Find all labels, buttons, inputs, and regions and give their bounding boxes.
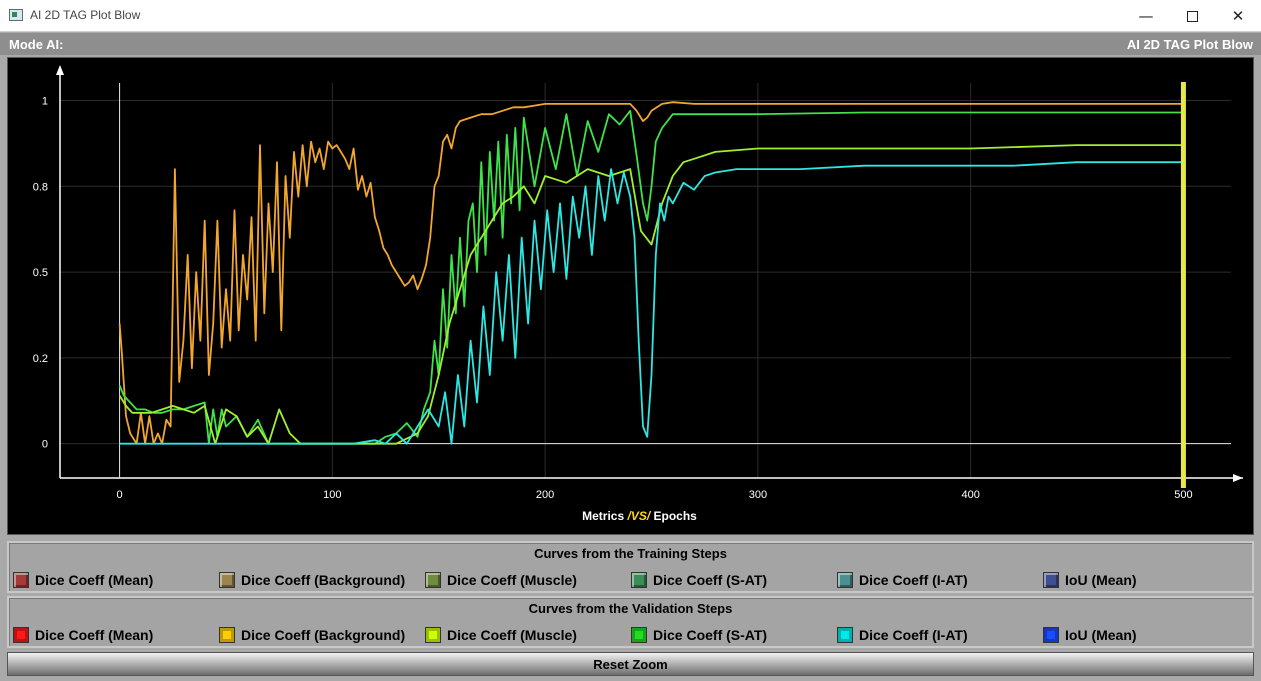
plot-title: AI 2D TAG Plot Blow <box>1126 37 1253 52</box>
color-swatch-icon[interactable] <box>1043 627 1059 643</box>
mode-label: Mode AI: <box>9 37 64 52</box>
x-tick-label: 400 <box>961 489 979 501</box>
cursor-bar[interactable] <box>1180 82 1186 488</box>
legend-label: Dice Coeff (Mean) <box>35 627 154 643</box>
color-swatch-icon[interactable] <box>631 572 647 588</box>
color-swatch-icon[interactable] <box>13 627 29 643</box>
plot-panel[interactable]: 0 100 200 300 400 500 0 0.2 0.5 0.8 1 Metrics /VS/ … <box>7 57 1254 535</box>
validation-legend-item[interactable]: Dice Coeff (S-AT) <box>631 625 767 645</box>
legend-label: IoU (Mean) <box>1065 627 1137 643</box>
x-tick-label: 0 <box>117 489 123 501</box>
training-legend-item[interactable]: Dice Coeff (S-AT) <box>631 570 767 590</box>
series-line[interactable] <box>118 101 1184 445</box>
legend-label: Dice Coeff (Background) <box>241 627 406 643</box>
x-tick-label: 300 <box>749 489 767 501</box>
training-legend-item[interactable]: IoU (Mean) <box>1043 570 1137 590</box>
training-legend-item[interactable]: Dice Coeff (Background) <box>219 570 405 590</box>
color-swatch-icon[interactable] <box>13 572 29 588</box>
y-axis-arrow-icon <box>56 65 64 75</box>
x-axis-label: Metrics /VS/ Epochs <box>582 509 697 523</box>
color-swatch-icon[interactable] <box>425 572 441 588</box>
app-icon <box>9 9 23 21</box>
series-line[interactable] <box>119 161 1184 445</box>
training-legend-item[interactable]: Dice Coeff (Mean) <box>13 570 153 590</box>
maximize-icon <box>1186 10 1198 22</box>
x-tick-label: 500 <box>1174 489 1192 501</box>
validation-legend-item[interactable]: Dice Coeff (Mean) <box>13 625 153 645</box>
legend-label: Dice Coeff (Background) <box>241 572 406 588</box>
close-button[interactable]: ✕ <box>1215 0 1261 32</box>
color-swatch-icon[interactable] <box>219 627 235 643</box>
y-tick-label: 0.2 <box>33 353 48 365</box>
legend-label: Dice Coeff (I-AT) <box>859 627 968 643</box>
legend-label: Dice Coeff (S-AT) <box>653 572 768 588</box>
validation-legend-heading: Curves from the Validation Steps <box>528 601 733 616</box>
legend-label: Dice Coeff (Mean) <box>35 572 154 588</box>
minimize-icon: — <box>1138 7 1154 25</box>
validation-legend-item[interactable]: IoU (Mean) <box>1043 625 1137 645</box>
minimize-button[interactable]: — <box>1123 0 1169 32</box>
legend-label: Dice Coeff (Muscle) <box>447 572 577 588</box>
legend-label: Dice Coeff (S-AT) <box>653 627 768 643</box>
legend-label: IoU (Mean) <box>1065 572 1137 588</box>
validation-legend-item[interactable]: Dice Coeff (Muscle) <box>425 625 577 645</box>
legend-label: Dice Coeff (I-AT) <box>859 572 968 588</box>
validation-legend-item[interactable]: Dice Coeff (I-AT) <box>837 625 968 645</box>
training-legend-item[interactable]: Dice Coeff (Muscle) <box>425 570 577 590</box>
close-icon: ✕ <box>1231 7 1245 25</box>
window-title: AI 2D TAG Plot Blow <box>30 8 141 22</box>
line-chart[interactable]: 0 100 200 300 400 500 0 0.2 0.5 0.8 1 Metrics /VS/ … <box>8 58 1253 534</box>
color-swatch-icon[interactable] <box>425 627 441 643</box>
y-tick-label: 0 <box>42 439 48 451</box>
y-tick-label: 0.8 <box>33 181 48 193</box>
training-legend-heading: Curves from the Training Steps <box>534 546 727 561</box>
training-legend: Curves from the Training Steps Dice Coef… <box>7 541 1254 593</box>
reset-zoom-button[interactable]: Reset Zoom <box>7 652 1254 676</box>
maximize-button[interactable] <box>1169 0 1215 32</box>
header-strip <box>0 33 1261 55</box>
y-tick-label: 0.5 <box>33 267 48 279</box>
validation-legend-item[interactable]: Dice Coeff (Background) <box>219 625 405 645</box>
color-swatch-icon[interactable] <box>631 627 647 643</box>
window-titlebar: AI 2D TAG Plot Blow — ✕ <box>0 0 1261 32</box>
x-axis-arrow-icon <box>1233 474 1243 482</box>
color-swatch-icon[interactable] <box>219 572 235 588</box>
validation-legend: Curves from the Validation Steps Dice Co… <box>7 596 1254 648</box>
color-swatch-icon[interactable] <box>837 572 853 588</box>
y-tick-label: 1 <box>42 95 48 107</box>
x-tick-label: 200 <box>536 489 554 501</box>
color-swatch-icon[interactable] <box>837 627 853 643</box>
color-swatch-icon[interactable] <box>1043 572 1059 588</box>
legend-label: Dice Coeff (Muscle) <box>447 627 577 643</box>
training-legend-item[interactable]: Dice Coeff (I-AT) <box>837 570 968 590</box>
x-tick-label: 100 <box>323 489 341 501</box>
